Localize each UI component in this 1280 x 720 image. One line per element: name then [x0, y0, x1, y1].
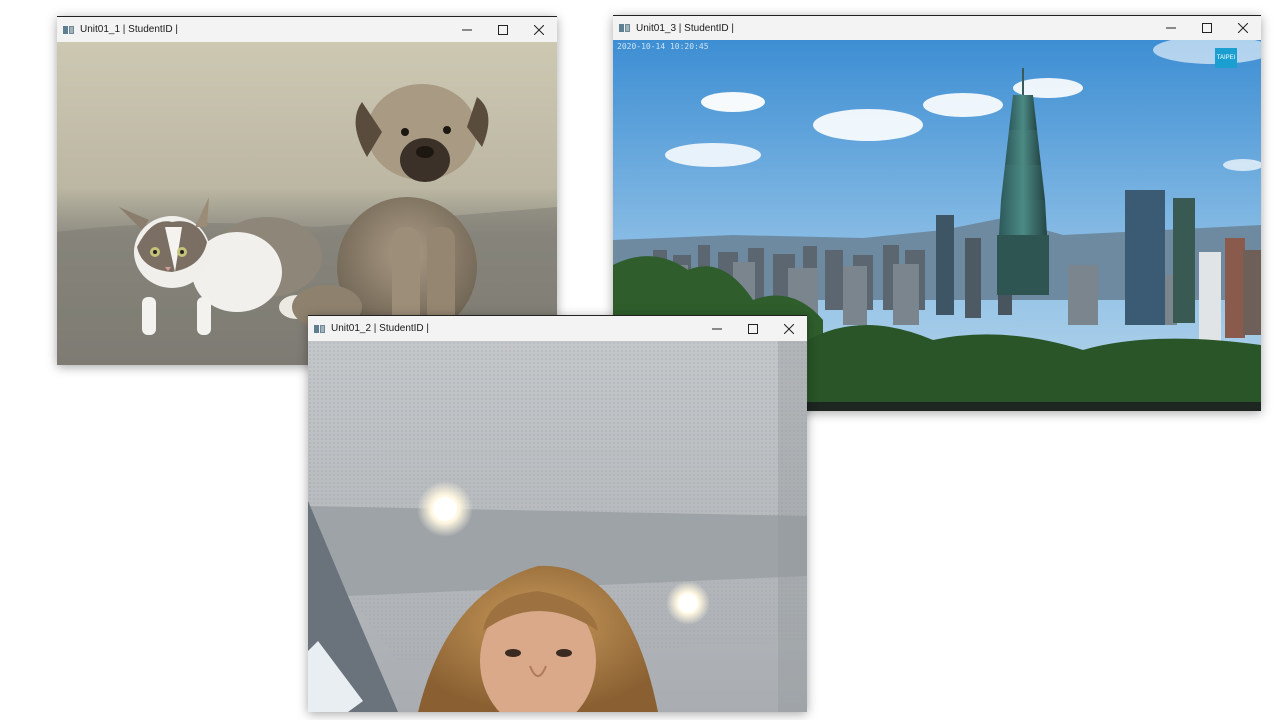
- titlebar[interactable]: Unit01_2 | StudentID |: [308, 316, 807, 341]
- timestamp-overlay: 2020-10-14 10:20:45: [617, 42, 709, 51]
- titlebar[interactable]: Unit01_3 | StudentID |: [613, 16, 1261, 40]
- image-canvas: [308, 341, 807, 712]
- opencv-window-icon: [314, 324, 326, 334]
- window-title: Unit01_1 | StudentID |: [80, 24, 179, 35]
- close-icon: [1238, 23, 1248, 33]
- close-button[interactable]: [771, 316, 807, 341]
- minimize-icon: [712, 328, 722, 329]
- maximize-icon: [1202, 23, 1212, 33]
- webcam-feed: [308, 341, 807, 712]
- desktop: Unit01_1 | StudentID | Unit01_3 | Studen…: [0, 0, 1280, 720]
- opencv-window-icon: [63, 25, 75, 35]
- titlebar[interactable]: Unit01_1 | StudentID |: [57, 17, 557, 42]
- minimize-button[interactable]: [699, 316, 735, 341]
- window-title: Unit01_2 | StudentID |: [331, 323, 430, 334]
- minimize-button[interactable]: [1153, 16, 1189, 41]
- channel-logo: TAIPEI: [1215, 48, 1237, 68]
- window-title: Unit01_3 | StudentID |: [636, 22, 735, 34]
- close-button[interactable]: [1225, 16, 1261, 41]
- window-unit01-1[interactable]: Unit01_1 | StudentID |: [57, 16, 557, 365]
- close-button[interactable]: [521, 17, 557, 42]
- maximize-icon: [748, 323, 758, 334]
- maximize-button[interactable]: [485, 17, 521, 42]
- minimize-icon: [1166, 27, 1176, 29]
- minimize-icon: [462, 29, 472, 30]
- close-icon: [784, 323, 794, 334]
- opencv-window-icon: [619, 23, 631, 33]
- maximize-button[interactable]: [1189, 16, 1225, 41]
- maximize-button[interactable]: [735, 316, 771, 341]
- window-unit01-2[interactable]: Unit01_2 | StudentID |: [308, 315, 807, 712]
- maximize-icon: [498, 24, 508, 35]
- minimize-button[interactable]: [449, 17, 485, 42]
- close-icon: [534, 24, 544, 35]
